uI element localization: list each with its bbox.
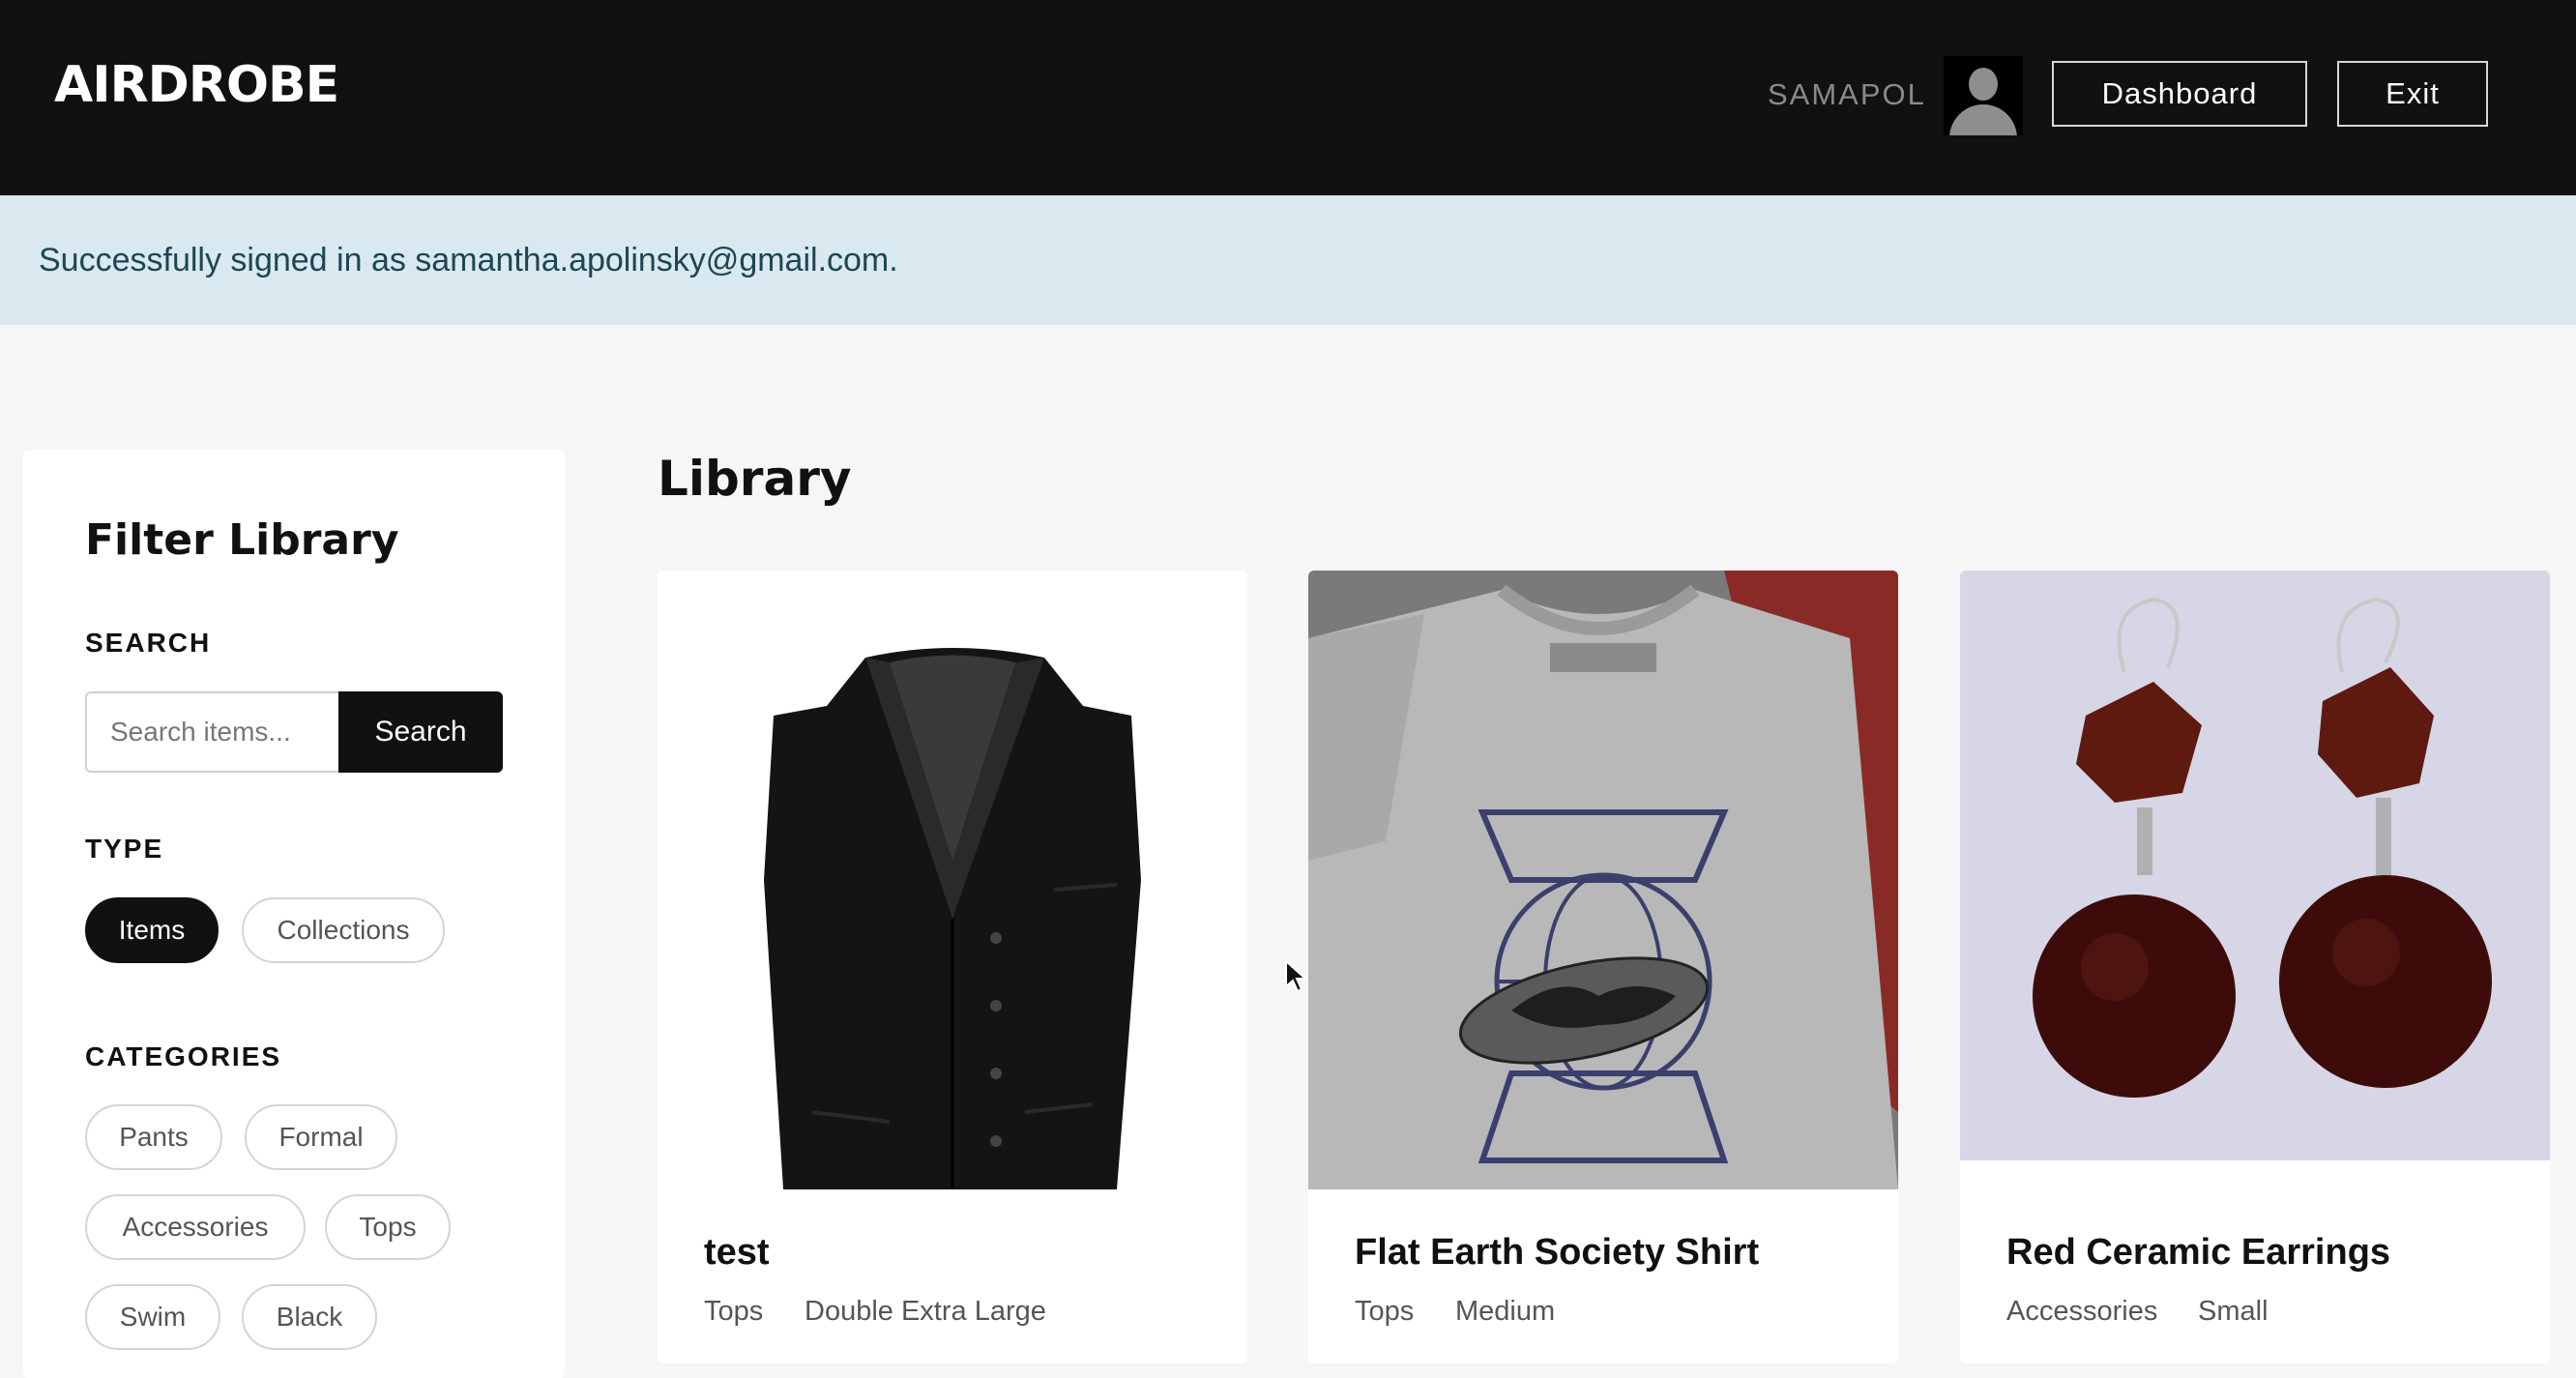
category-pill-accessories[interactable]: Accessories (85, 1194, 306, 1260)
item-title: test (704, 1232, 770, 1273)
type-filter-collections[interactable]: Collections (242, 897, 445, 963)
type-section-label: TYPE (85, 834, 164, 864)
item-category: Accessories (2006, 1296, 2158, 1327)
item-category: Tops (1355, 1296, 1415, 1327)
top-navbar: AIRDROBE SAMAPOL Dashboard Exit (0, 0, 2576, 195)
category-pill-tops[interactable]: Tops (325, 1194, 451, 1260)
library-item-card[interactable]: Flat Earth Society Shirt Tops Medium (1308, 571, 1898, 1363)
item-size: Double Extra Large (805, 1296, 1046, 1327)
library-item-card[interactable]: test Tops Double Extra Large (658, 571, 1247, 1363)
filter-sidebar: Filter Library SEARCH Search TYPE Items … (23, 450, 565, 1378)
app-logo[interactable]: AIRDROBE (54, 56, 339, 114)
username-label: SAMAPOL (1768, 77, 1926, 111)
category-pill-formal[interactable]: Formal (245, 1104, 397, 1170)
category-pill-black[interactable]: Black (242, 1284, 377, 1350)
black-vest-image (658, 571, 1247, 1189)
flash-message-banner: Successfully signed in as samantha.apoli… (0, 195, 2576, 325)
item-size: Small (2198, 1296, 2269, 1327)
red-earrings-image (1960, 571, 2550, 1189)
item-category: Tops (704, 1296, 764, 1327)
item-title: Red Ceramic Earrings (2006, 1232, 2391, 1273)
item-title: Flat Earth Society Shirt (1355, 1232, 1760, 1273)
item-size: Medium (1455, 1296, 1556, 1327)
library-title: Library (658, 451, 852, 507)
library-item-card[interactable]: Red Ceramic Earrings Accessories Small (1960, 571, 2550, 1363)
category-pill-swim[interactable]: Swim (85, 1284, 220, 1350)
avatar-head-shape (1969, 68, 1998, 101)
user-avatar[interactable] (1944, 56, 2023, 135)
flash-message-text: Successfully signed in as samantha.apoli… (39, 242, 898, 279)
category-pill-pants[interactable]: Pants (85, 1104, 222, 1170)
categories-section-label: CATEGORIES (85, 1041, 282, 1071)
exit-button[interactable]: Exit (2337, 61, 2488, 127)
search-button[interactable]: Search (338, 691, 503, 773)
type-filter-items[interactable]: Items (85, 897, 219, 963)
search-input[interactable] (85, 691, 340, 773)
search-section-label: SEARCH (85, 628, 212, 658)
dashboard-button[interactable]: Dashboard (2052, 61, 2307, 127)
avatar-body-shape (1949, 104, 2017, 135)
filter-title: Filter Library (85, 515, 399, 565)
grey-tshirt-image (1308, 571, 1898, 1189)
mouse-cursor-icon (1285, 959, 1307, 993)
